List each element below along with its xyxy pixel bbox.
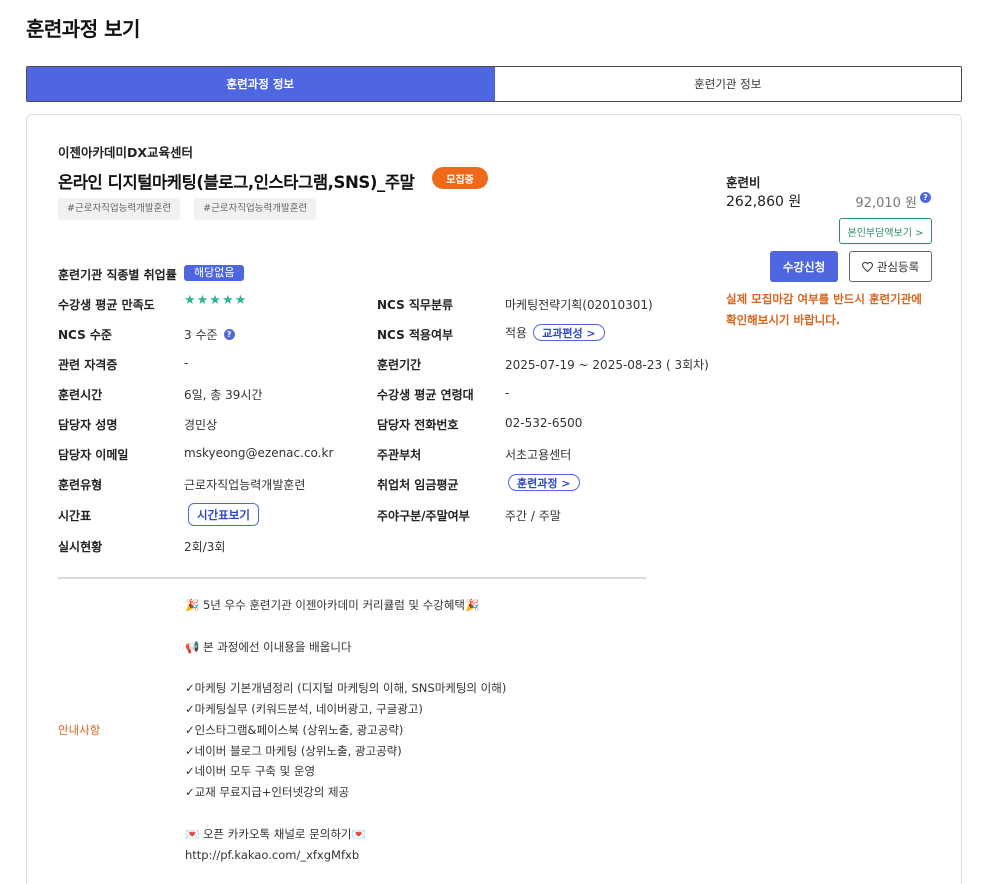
info-icon[interactable]: ? <box>920 192 931 203</box>
daynight-value: 주간 / 주말 <box>505 509 561 523</box>
employment-rate-label: 훈련기관 직종별 취업률 <box>58 268 177 282</box>
status-value: 2회/3회 <box>184 540 226 554</box>
email-value: mskyeong@ezenac.co.kr <box>184 446 334 460</box>
notice-text: 실제 모집마감 여부를 반드시 훈련기관에 확인해보시기 바랍니다. <box>726 292 922 327</box>
ncs-level-label: NCS 수준 <box>58 328 112 342</box>
tab-institution-info[interactable]: 훈련기관 정보 <box>494 67 961 101</box>
period-label: 훈련기간 <box>377 358 422 372</box>
status-label: 실시현황 <box>58 540 103 554</box>
wage-label: 취업처 임금평균 <box>377 478 459 492</box>
hours-value: 6일, 총 39시간 <box>184 388 263 402</box>
curriculum-button[interactable]: 교과편성 > <box>533 324 605 341</box>
daynight-label: 주야구분/주말여부 <box>377 509 470 523</box>
tag[interactable]: #근로자직업능력개발훈련 <box>58 198 181 220</box>
course-title: 온라인 디지털마케팅(블로그,인스타그램,SNS)_주말 <box>58 173 415 192</box>
type-value: 근로자직업능력개발훈련 <box>184 478 306 492</box>
institution-name: 이젠아카데미DX교육센터 <box>58 145 194 160</box>
phone-value: 02-532-6500 <box>505 416 583 430</box>
timetable-value: 시간표보기 <box>188 503 259 526</box>
manager-label: 담당자 성명 <box>58 418 118 432</box>
email-label: 담당자 이메일 <box>58 448 129 462</box>
rating-stars: ★★★★★ <box>184 293 248 308</box>
fee-label: 훈련비 <box>726 175 761 190</box>
dept-value: 서초고용센터 <box>505 448 572 462</box>
info-icon[interactable]: ? <box>223 329 235 340</box>
employment-rate-value: 해당없음 <box>184 265 245 281</box>
type-label: 훈련유형 <box>58 478 103 492</box>
ncs-applied-value: 적용 교과편성 > <box>505 324 605 341</box>
favorite-label: 관심등록 <box>876 259 920 274</box>
tab-course-info[interactable]: 훈련과정 정보 <box>27 67 495 101</box>
phone-label: 담당자 전화번호 <box>377 418 459 432</box>
guide-text: 🎉 5년 우수 훈련기관 이젠아카데미 커리큘럼 및 수강혜택🎉 📢 본 과정에… <box>185 598 507 862</box>
ncs-category-value: 마케팅전략기획(02010301) <box>505 298 653 312</box>
tag[interactable]: #근로자직업능력개발훈련 <box>194 198 317 220</box>
avg-age-value: - <box>505 386 510 400</box>
guide-label: 안내사항 <box>58 723 101 737</box>
self-pay-amount: 92,010 원 ? <box>855 192 931 211</box>
ncs-applied-label: NCS 적용여부 <box>377 328 454 342</box>
ncs-category-label: NCS 직무분류 <box>377 298 454 312</box>
enroll-button[interactable]: 수강신청 <box>770 251 838 282</box>
manager-value: 경민상 <box>184 418 218 432</box>
fee-amount: 262,860 원 <box>726 194 802 210</box>
timetable-label: 시간표 <box>58 509 92 523</box>
divider <box>58 577 646 579</box>
dept-label: 주관부처 <box>377 448 422 462</box>
self-pay-value: 92,010 원 <box>855 196 917 211</box>
wage-course-button[interactable]: 훈련과정 > <box>508 474 580 491</box>
favorite-button[interactable]: 관심등록 <box>849 251 932 282</box>
timetable-button[interactable]: 시간표보기 <box>188 503 259 526</box>
avg-age-label: 수강생 평균 연령대 <box>377 388 474 402</box>
certificate-value: - <box>184 356 189 370</box>
hours-label: 훈련시간 <box>58 388 103 402</box>
tab-bar: 훈련과정 정보 훈련기관 정보 <box>26 66 962 102</box>
tag-list: #근로자직업능력개발훈련 #근로자직업능력개발훈련 <box>58 198 317 220</box>
certificate-label: 관련 자격증 <box>58 358 118 372</box>
period-value: 2025-07-19 ~ 2025-08-23 ( 3회차) <box>505 358 709 372</box>
wage-value: 훈련과정 > <box>508 474 580 491</box>
ncs-level-text: 3 수준 <box>184 328 218 342</box>
status-badge: 모집중 <box>432 167 488 189</box>
course-card: 이젠아카데미DX교육센터 온라인 디지털마케팅(블로그,인스타그램,SNS)_주… <box>26 114 962 884</box>
satisfaction-label: 수강생 평균 만족도 <box>58 298 155 312</box>
self-pay-button[interactable]: 본인부담액보기 > <box>839 218 932 244</box>
employment-rate-badge: 해당없음 <box>184 265 245 281</box>
ncs-applied-text: 적용 <box>505 326 528 340</box>
heart-icon <box>861 261 873 272</box>
ncs-level-value: 3 수준 ? <box>184 326 235 343</box>
page-title: 훈련과정 보기 <box>26 17 140 41</box>
